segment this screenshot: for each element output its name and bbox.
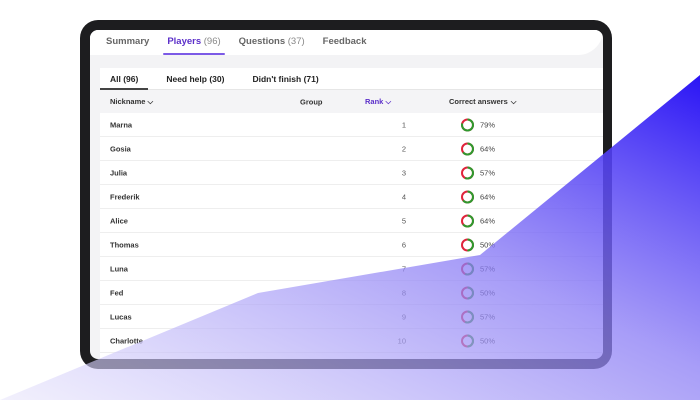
table-row[interactable]: Lucas 9 57%: [100, 305, 603, 329]
table-row[interactable]: Gosia 2 64%: [100, 137, 603, 161]
sort-nickname[interactable]: Nickname ⌵: [110, 97, 153, 107]
table-body: Marna 1 79% Gosia 2 64% Julia 3 57% Frederi…: [100, 113, 603, 353]
player-rank: 8: [401, 288, 406, 297]
correct-percent: 50%: [480, 288, 496, 297]
table-row[interactable]: Charlotte 10 50%: [100, 329, 603, 353]
donut-chart-icon: [461, 118, 474, 131]
correct-answers-cell: 57%: [460, 261, 495, 276]
correct-percent: 64%: [480, 144, 496, 153]
table-row[interactable]: Frederik 4 64%: [100, 185, 603, 209]
filter-need-help[interactable]: Need help (30): [156, 68, 234, 90]
correct-answers-cell: 57%: [460, 165, 495, 180]
donut-chart-icon: [461, 238, 474, 251]
column-label: Rank: [365, 96, 384, 106]
chevron-down-icon: ⌵: [385, 96, 392, 106]
chevron-down-icon: ⌵: [147, 96, 154, 106]
correct-percent: 50%: [480, 336, 496, 345]
tab-questions[interactable]: Questions (37): [239, 36, 305, 49]
player-rank: 4: [401, 192, 406, 201]
player-rank: 6: [401, 240, 406, 249]
tab-label: Players: [167, 36, 202, 47]
donut-chart-icon: [461, 262, 474, 275]
donut-chart-icon: [461, 286, 474, 299]
column-label: Nickname: [110, 96, 146, 106]
chevron-down-icon: ⌵: [510, 96, 517, 106]
donut-chart-icon: [461, 334, 474, 347]
player-nickname: Luna: [110, 264, 128, 273]
table-row[interactable]: Fed 8 50%: [100, 281, 603, 305]
correct-answers-cell: 50%: [460, 285, 495, 300]
tab-feedback[interactable]: Feedback: [323, 36, 367, 49]
correct-percent: 57%: [480, 264, 496, 273]
player-rank: 3: [401, 168, 406, 177]
player-nickname: Alice: [110, 216, 128, 225]
donut-chart-icon: [461, 310, 474, 323]
tab-summary[interactable]: Summary: [106, 36, 149, 49]
donut-chart-icon: [461, 190, 474, 203]
player-nickname: Frederik: [110, 192, 140, 201]
correct-answers-cell: 64%: [460, 189, 495, 204]
player-rank: 9: [401, 312, 406, 321]
player-rank: 10: [397, 336, 406, 345]
correct-answers-cell: 50%: [460, 237, 495, 252]
player-rank: 7: [401, 264, 406, 273]
player-rank: 5: [401, 216, 406, 225]
correct-percent: 57%: [480, 312, 496, 321]
player-nickname: Lucas: [110, 312, 132, 321]
sort-rank[interactable]: Rank ⌵: [365, 97, 391, 107]
column-label: Correct answers: [449, 97, 508, 106]
correct-percent: 79%: [480, 120, 496, 129]
player-rank: 1: [401, 120, 406, 129]
tab-label: Summary: [106, 36, 150, 47]
table-row[interactable]: Julia 3 57%: [100, 161, 603, 185]
correct-answers-cell: 79%: [460, 117, 495, 132]
donut-chart-icon: [461, 166, 474, 179]
column-group: Group: [300, 97, 323, 106]
correct-answers-cell: 64%: [460, 213, 495, 228]
table-header: Nickname ⌵ Group Rank ⌵ Correct answers …: [100, 90, 603, 113]
correct-answers-cell: 64%: [460, 141, 495, 156]
players-card: All (96) Need help (30) Didn't finish (7…: [100, 68, 603, 359]
tab-count: (96): [203, 36, 221, 47]
filter-all[interactable]: All (96): [100, 68, 149, 90]
tab-label: Questions: [238, 36, 286, 47]
player-nickname: Julia: [110, 168, 128, 177]
donut-chart-icon: [461, 142, 474, 155]
table-row[interactable]: Alice 5 64%: [100, 209, 603, 233]
donut-chart-icon: [461, 214, 474, 227]
table-row[interactable]: Thomas 6 50%: [100, 233, 603, 257]
tab-count: (37): [287, 36, 305, 47]
app-screen: Summary Players (96) Questions (37) Feed…: [90, 30, 603, 359]
player-nickname: Thomas: [110, 240, 139, 249]
correct-answers-cell: 50%: [460, 333, 495, 348]
correct-answers-cell: 57%: [460, 309, 495, 324]
correct-percent: 64%: [480, 192, 496, 201]
correct-percent: 64%: [480, 216, 496, 225]
correct-percent: 50%: [480, 240, 496, 249]
tab-label: Feedback: [322, 36, 367, 47]
filter-tabs: All (96) Need help (30) Didn't finish (7…: [100, 68, 603, 90]
player-nickname: Fed: [110, 288, 124, 297]
filter-didnt-finish[interactable]: Didn't finish (71): [242, 68, 328, 90]
table-row[interactable]: Marna 1 79%: [100, 113, 603, 137]
sort-correct-answers[interactable]: Correct answers ⌵: [449, 97, 516, 107]
tab-players[interactable]: Players (96): [163, 36, 226, 55]
player-nickname: Marna: [110, 120, 133, 129]
correct-percent: 57%: [480, 168, 496, 177]
player-nickname: Charlotte: [110, 336, 143, 345]
player-rank: 2: [401, 144, 406, 153]
player-nickname: Gosia: [110, 144, 131, 153]
table-row[interactable]: Luna 7 57%: [100, 257, 603, 281]
main-tabs: Summary Players (96) Questions (37) Feed…: [90, 30, 603, 55]
tablet-frame: Summary Players (96) Questions (37) Feed…: [80, 20, 612, 369]
